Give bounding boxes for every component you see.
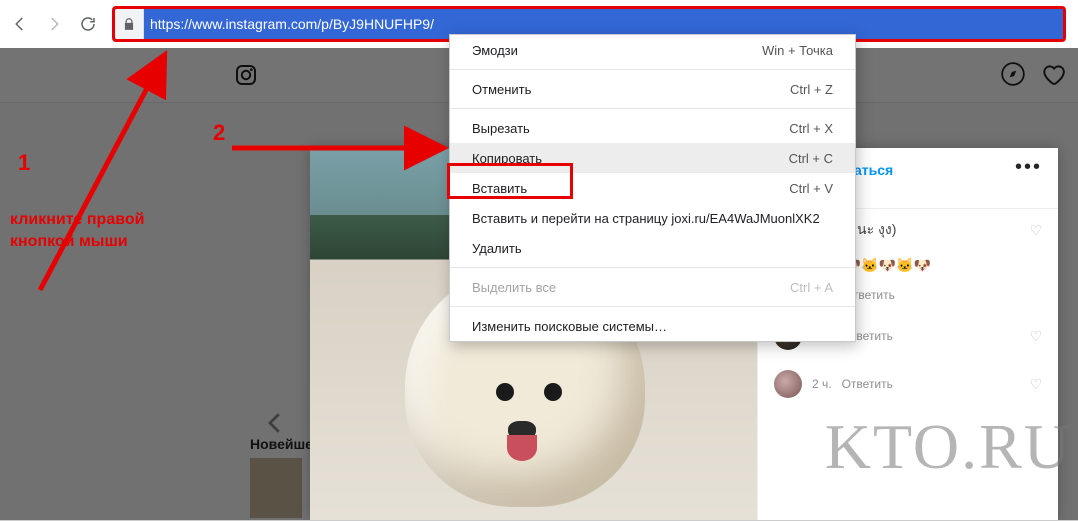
context-menu-shortcut: Ctrl + V — [789, 181, 833, 196]
context-menu-label: Отменить — [472, 82, 531, 97]
comment-time: 2 ч. — [812, 377, 832, 391]
context-menu-item[interactable]: Отменить Ctrl + Z — [450, 74, 855, 104]
context-menu-shortcut: Ctrl + Z — [790, 82, 833, 97]
reload-button[interactable] — [74, 10, 102, 38]
context-menu-label: Вырезать — [472, 121, 530, 136]
context-menu-item[interactable]: Вставить Ctrl + V — [450, 173, 855, 203]
context-menu-shortcut: Ctrl + C — [789, 151, 833, 166]
context-menu-label: Вставить — [472, 181, 527, 196]
avatar[interactable] — [774, 370, 802, 398]
lock-icon — [115, 9, 144, 39]
context-menu-label: Эмодзи — [472, 43, 518, 58]
context-menu-item[interactable]: Эмодзи Win + Точка — [450, 35, 855, 65]
like-comment-icon[interactable]: ♡ — [1029, 376, 1042, 393]
back-button[interactable] — [6, 10, 34, 38]
reply-link[interactable]: Ответить — [842, 377, 893, 391]
address-url[interactable]: https://www.instagram.com/p/ByJ9HNUFHP9/ — [144, 16, 1063, 32]
like-comment-icon[interactable]: ♡ — [1029, 328, 1042, 345]
context-menu-item[interactable]: Вырезать Ctrl + X — [450, 113, 855, 143]
context-menu-label: Вставить и перейти на страницу joxi.ru/E… — [472, 211, 820, 226]
context-menu-item[interactable]: Удалить — [450, 233, 855, 263]
context-menu-shortcut: Win + Точка — [762, 43, 833, 58]
context-menu-item: Выделить все Ctrl + A — [450, 272, 855, 302]
context-menu: Эмодзи Win + Точка Отменить Ctrl + Z Вырезат… — [449, 34, 856, 342]
context-menu-label: Удалить — [472, 241, 522, 256]
forward-button[interactable] — [40, 10, 68, 38]
comment-row: 2 ч. Ответить ♡ — [758, 360, 1058, 408]
context-menu-shortcut: Ctrl + X — [789, 121, 833, 136]
context-menu-item[interactable]: Копировать Ctrl + C — [450, 143, 855, 173]
context-menu-label: Копировать — [472, 151, 542, 166]
context-menu-shortcut: Ctrl + A — [790, 280, 833, 295]
context-menu-item[interactable]: Изменить поисковые системы… — [450, 311, 855, 341]
more-options-icon[interactable]: ••• — [1015, 162, 1042, 172]
context-menu-label: Изменить поисковые системы… — [472, 319, 667, 334]
like-caption-icon[interactable]: ♡ — [1029, 222, 1042, 239]
context-menu-item[interactable]: Вставить и перейти на страницу joxi.ru/E… — [450, 203, 855, 233]
context-menu-label: Выделить все — [472, 280, 556, 295]
